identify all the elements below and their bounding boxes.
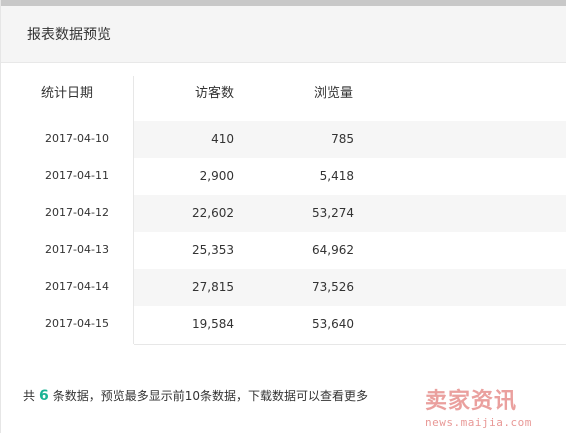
column-header-date: 统计日期 (40, 86, 93, 101)
watermark-logo: 卖家资讯 news.maijia.com (421, 383, 566, 433)
cell-visitors: 410 (211, 132, 234, 146)
cell-visitors: 2,900 (199, 169, 234, 183)
cell-views: 5,418 (319, 169, 354, 183)
row-count: 6 (39, 388, 49, 404)
table-row: 2017-04-15 19,584 53,640 (1, 306, 566, 343)
cell-date: 2017-04-10 (45, 132, 109, 145)
cell-visitors: 25,353 (192, 243, 234, 257)
footer-prefix: 共 (23, 389, 36, 403)
table-row: 2017-04-12 22,602 53,274 (1, 195, 566, 232)
data-table: 统计日期 访客数 浏览量 2017-04-10 410 785 2017-04-… (1, 76, 566, 344)
watermark-url: news.maijia.com (425, 416, 532, 429)
table-row: 2017-04-13 25,353 64,962 (1, 232, 566, 269)
cell-visitors: 19,584 (192, 317, 234, 331)
cell-date: 2017-04-13 (45, 243, 109, 256)
cell-visitors: 22,602 (192, 206, 234, 220)
dialog-header: 报表数据预览 (1, 6, 566, 63)
cell-date: 2017-04-12 (45, 206, 109, 219)
cell-views: 73,526 (312, 280, 354, 294)
cell-visitors: 27,815 (192, 280, 234, 294)
footer-suffix: 条数据，预览最多显示前10条数据，下载数据可以查看更多 (52, 389, 369, 403)
table-row: 2017-04-14 27,815 73,526 (1, 269, 566, 306)
cell-views: 53,274 (312, 206, 354, 220)
cell-date: 2017-04-14 (45, 280, 109, 293)
report-preview-dialog: 报表数据预览 统计日期 访客数 浏览量 2017-04-10 410 785 2… (0, 0, 566, 433)
table-bottom-border (134, 344, 566, 345)
table-row: 2017-04-11 2,900 5,418 (1, 158, 566, 195)
cell-views: 785 (331, 132, 354, 146)
column-header-visitors: 访客数 (194, 86, 234, 101)
cell-date: 2017-04-15 (45, 317, 109, 330)
cell-views: 53,640 (312, 317, 354, 331)
column-header-views: 浏览量 (313, 86, 353, 101)
cell-views: 64,962 (312, 243, 354, 257)
table-row: 2017-04-10 410 785 (1, 121, 566, 158)
cell-date: 2017-04-11 (45, 169, 109, 182)
footer-note: 共 6 条数据，预览最多显示前10条数据，下载数据可以查看更多 (23, 387, 368, 404)
dialog-title: 报表数据预览 (27, 27, 111, 43)
watermark-brand: 卖家资讯 (425, 389, 518, 414)
